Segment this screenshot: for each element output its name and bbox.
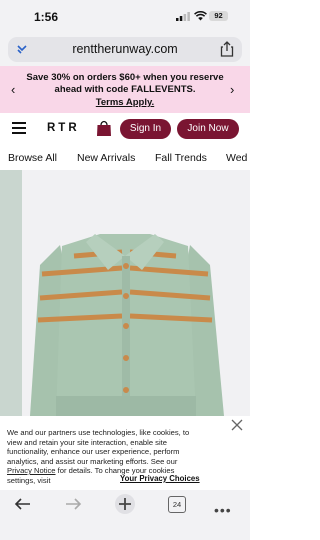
sweater-illustration [0,170,250,416]
cookie-text-line: We and our partners use technologies, li… [7,428,190,437]
join-now-button[interactable]: Join Now [177,119,239,139]
new-tab-button[interactable] [115,494,135,514]
site-settings-icon[interactable] [16,43,28,55]
product-image[interactable] [0,170,250,416]
cookie-text-line: analytics, and assist our marketing effo… [7,456,178,466]
battery-level: 92 [209,11,228,21]
forward-arrow-icon[interactable] [64,496,82,512]
plus-icon [119,498,131,510]
more-options-icon[interactable]: ••• [214,502,232,518]
menu-icon[interactable] [12,122,26,134]
privacy-notice-link[interactable]: Privacy Notice [7,466,56,475]
tab-count-button[interactable]: 24 [168,496,186,513]
nav-item-wed[interactable]: Wed [226,152,247,164]
sign-in-button[interactable]: Sign In [120,119,171,139]
category-nav: Browse All New Arrivals Fall Trends Wed [0,146,250,171]
nav-item-fall-trends[interactable]: Fall Trends [155,152,207,164]
status-time: 1:56 [34,10,59,24]
url-text[interactable]: renttherunway.com [60,42,190,56]
logo[interactable]: RTR [47,122,80,134]
cellular-signal-icon [176,12,190,21]
share-icon[interactable] [220,41,234,57]
nav-item-browse-all[interactable]: Browse All [8,152,57,164]
cookie-text-line: settings, visit [7,475,51,485]
privacy-choices-link[interactable]: Your Privacy Choices [120,474,200,483]
close-icon[interactable] [230,418,244,432]
previous-image-peek[interactable] [0,170,22,416]
promo-terms-link[interactable]: Terms Apply. [0,97,250,108]
cookie-text-line: functionality, enhance our user experien… [7,447,180,456]
nav-item-new-arrivals[interactable]: New Arrivals [77,152,135,164]
shopping-bag-icon[interactable] [96,119,112,137]
promo-text-line2: ahead with code FALLEVENTS. [54,84,196,95]
back-arrow-icon[interactable] [14,496,32,512]
cookie-text-line: view and retain your site interaction, e… [7,437,167,447]
wifi-icon [194,11,207,21]
promo-text-line1: Save 30% on orders $60+ when you reserve [26,72,224,83]
